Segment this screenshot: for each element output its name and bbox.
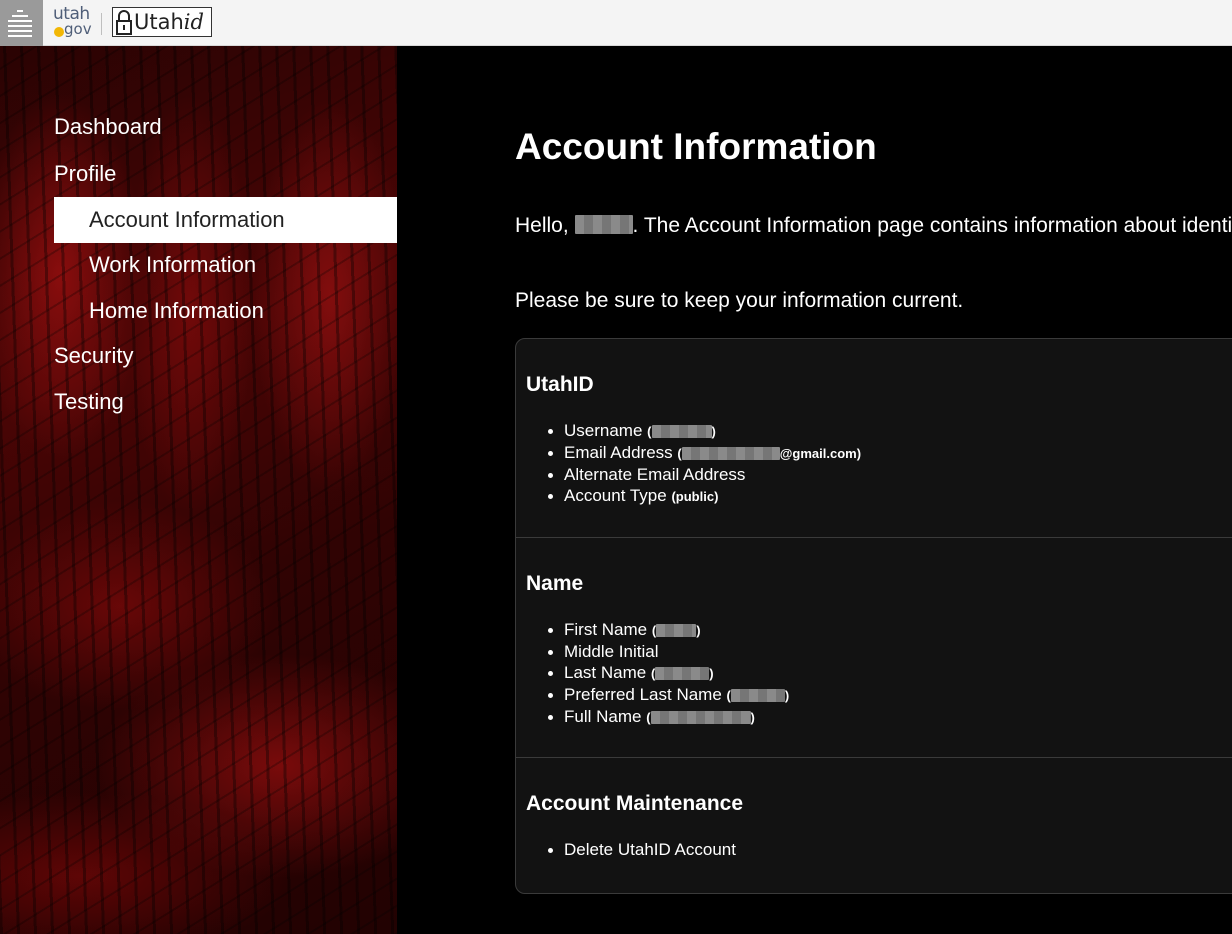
email-address-detail: (@gmail.com) <box>677 446 862 461</box>
list-item-delete-account: Delete UtahID Account <box>548 839 736 860</box>
account-type-value: public <box>675 489 715 504</box>
list-item-alternate-email: Alternate Email Address <box>547 464 861 485</box>
list-item-username: Username () <box>547 420 861 442</box>
redacted-email <box>681 447 780 461</box>
middle-initial-link[interactable]: Middle Initial <box>564 642 659 661</box>
preferred-last-name-link[interactable]: Preferred Last Name <box>564 685 722 704</box>
reminder-text: Please be sure to keep your information … <box>515 289 964 312</box>
list-item-first-name: First Name () <box>547 619 789 641</box>
hamburger-menu-button[interactable] <box>0 0 43 46</box>
preferred-last-name-detail: () <box>726 688 790 703</box>
account-info-card: UtahID Username () Email Address (@gmail… <box>515 338 1232 894</box>
sidebar-item-profile[interactable]: Profile <box>54 154 116 194</box>
intro-text: Hello, . The Account Information page co… <box>515 212 1232 239</box>
first-name-link[interactable]: First Name <box>564 620 647 639</box>
delete-account-link[interactable]: Delete UtahID Account <box>564 840 736 859</box>
section-name: Name First Name () Middle Initial Last N… <box>516 537 1232 757</box>
top-bar: utah gov Utahid <box>0 0 1232 46</box>
list-item-full-name: Full Name () <box>547 706 789 728</box>
list-item-middle-initial: Middle Initial <box>547 641 789 662</box>
sidebar-item-account-information[interactable]: Account Information <box>54 197 397 243</box>
alternate-email-link[interactable]: Alternate Email Address <box>564 465 745 484</box>
main-content: Account Information Hello, . The Account… <box>397 46 1232 934</box>
section-title: Account Maintenance <box>526 792 744 815</box>
first-name-detail: () <box>651 623 701 638</box>
utah-gov-logo[interactable]: utah gov <box>50 2 96 42</box>
list-item-account-type: Account Type (public) <box>547 485 861 507</box>
page-title: Account Information <box>515 126 877 167</box>
redacted-full-name <box>650 711 751 725</box>
section-account-maintenance: Account Maintenance Delete UtahID Accoun… <box>516 757 1232 893</box>
section-title: UtahID <box>526 373 594 396</box>
redacted-first-name <box>656 624 697 638</box>
account-type-link[interactable]: Account Type <box>564 486 667 505</box>
hamburger-menu-icon <box>8 10 32 37</box>
email-domain: @gmail.com <box>779 446 857 461</box>
last-name-link[interactable]: Last Name <box>564 663 646 682</box>
sidebar-item-testing[interactable]: Testing <box>54 382 124 422</box>
utah-gov-logo-bottom: gov <box>64 20 92 38</box>
sidebar: Dashboard Profile Account Information Wo… <box>0 46 397 934</box>
full-name-detail: () <box>646 710 755 725</box>
username-detail: () <box>647 424 716 439</box>
section-utahid: UtahID Username () Email Address (@gmail… <box>516 339 1232 537</box>
full-name-link[interactable]: Full Name <box>564 707 641 726</box>
list-item-last-name: Last Name () <box>547 662 789 684</box>
padlock-icon <box>116 10 132 35</box>
logo-divider <box>101 13 102 35</box>
last-name-detail: () <box>650 666 714 681</box>
sidebar-item-security[interactable]: Security <box>54 336 133 376</box>
utahid-logo-text: Utahid <box>134 10 204 34</box>
intro-prefix: Hello, <box>515 214 575 237</box>
list-item-email-address: Email Address (@gmail.com) <box>547 442 862 464</box>
utahid-logo-suffix: id <box>183 10 204 34</box>
intro-suffix: . The Account Information page contains … <box>632 214 1232 237</box>
utah-gov-logo-dot <box>54 27 64 37</box>
sidebar-item-dashboard[interactable]: Dashboard <box>54 107 162 147</box>
section-title: Name <box>526 572 584 595</box>
redacted-preferred-last-name <box>730 689 785 703</box>
section-list: Delete UtahID Account <box>548 839 736 860</box>
list-item-preferred-last-name: Preferred Last Name () <box>547 684 790 706</box>
redacted-user-name <box>574 214 633 234</box>
sidebar-item-home-information[interactable]: Home Information <box>89 291 264 331</box>
section-list: First Name () Middle Initial Last Name (… <box>547 619 790 728</box>
email-address-link[interactable]: Email Address <box>564 443 673 462</box>
sidebar-item-work-information[interactable]: Work Information <box>89 245 256 285</box>
redacted-last-name <box>655 667 710 681</box>
utahid-logo-prefix: Utah <box>134 10 184 34</box>
utahid-logo[interactable]: Utahid <box>112 7 212 37</box>
section-list: Username () Email Address (@gmail.com) A… <box>547 420 862 507</box>
username-link[interactable]: Username <box>564 421 642 440</box>
account-type-detail: (public) <box>671 489 719 504</box>
redacted-username <box>651 425 712 439</box>
